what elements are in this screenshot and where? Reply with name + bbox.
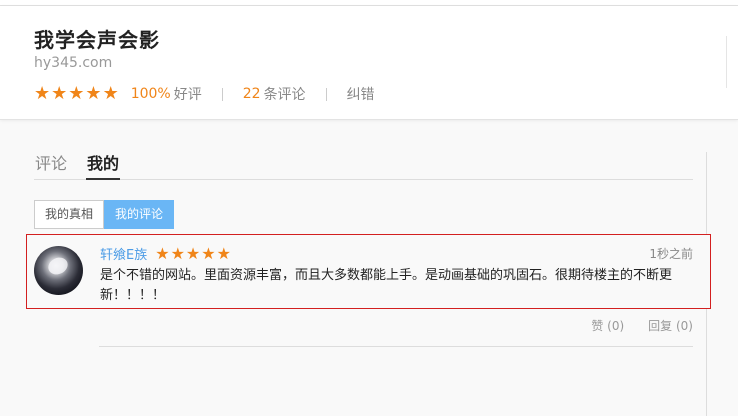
divider — [221, 87, 223, 101]
rating-row: ★ ★ ★ ★ ★ 100% 好评 22 条评论 纠错 — [34, 83, 375, 105]
report-error-link[interactable]: 纠错 — [347, 84, 375, 104]
divider — [325, 87, 327, 101]
positive-label: 好评 — [173, 87, 202, 103]
sub-tabs: 我的真相 我的评论 — [34, 200, 175, 229]
comment-text: 是个不错的网站。里面资源丰富，而且大多数都能上手。是动画基础的巩固石。很期待楼主… — [100, 268, 673, 303]
review-tabs: 评论 我的 — [34, 152, 693, 180]
star-icon: ★ — [216, 243, 231, 263]
star-icon: ★ — [102, 83, 119, 104]
subtab-my-comments[interactable]: 我的评论 — [104, 200, 175, 229]
bottom-divider — [99, 346, 693, 347]
review-count[interactable]: 22 — [243, 86, 261, 102]
star-icon: ★ — [51, 83, 68, 104]
comment-rating-stars: ★ ★ ★ ★ ★ — [155, 243, 231, 263]
comment-user-line: 轩飨E族 ★ ★ ★ ★ ★ — [100, 244, 231, 263]
like-button[interactable]: 赞 (0) — [591, 317, 624, 334]
tab-comments[interactable]: 评论 — [34, 152, 68, 180]
avatar[interactable] — [34, 246, 83, 295]
star-icon: ★ — [201, 243, 216, 263]
star-icon: ★ — [85, 83, 102, 104]
site-url[interactable]: hy345.com — [34, 55, 112, 71]
positive-rate: 100% — [130, 86, 171, 102]
comment-time: 1秒之前 — [649, 247, 693, 261]
comment-item: 轩飨E族 ★ ★ ★ ★ ★ 1秒之前 是个不错的网站。里面资源丰富，而且大多数… — [26, 234, 711, 309]
star-icon: ★ — [170, 243, 185, 263]
tab-mine[interactable]: 我的 — [86, 152, 121, 180]
star-icon: ★ — [185, 243, 201, 263]
star-icon: ★ — [155, 243, 170, 263]
side-handle — [726, 36, 738, 88]
comment-actions: 赞 (0) 回复 (0) — [591, 317, 693, 334]
site-header-card: 我学会声会影 hy345.com ★ ★ ★ ★ ★ 100% 好评 22 条评… — [0, 6, 738, 120]
subtab-my-truth[interactable]: 我的真相 — [34, 200, 105, 229]
review-count-label[interactable]: 条评论 — [264, 84, 306, 104]
star-icon: ★ — [34, 83, 51, 104]
comment-username[interactable]: 轩飨E族 — [100, 244, 147, 263]
site-rating-stars: ★ ★ ★ ★ ★ — [34, 85, 119, 103]
site-title: 我学会声会影 — [34, 28, 160, 52]
star-icon: ★ — [68, 83, 85, 104]
reply-button[interactable]: 回复 (0) — [648, 317, 693, 334]
